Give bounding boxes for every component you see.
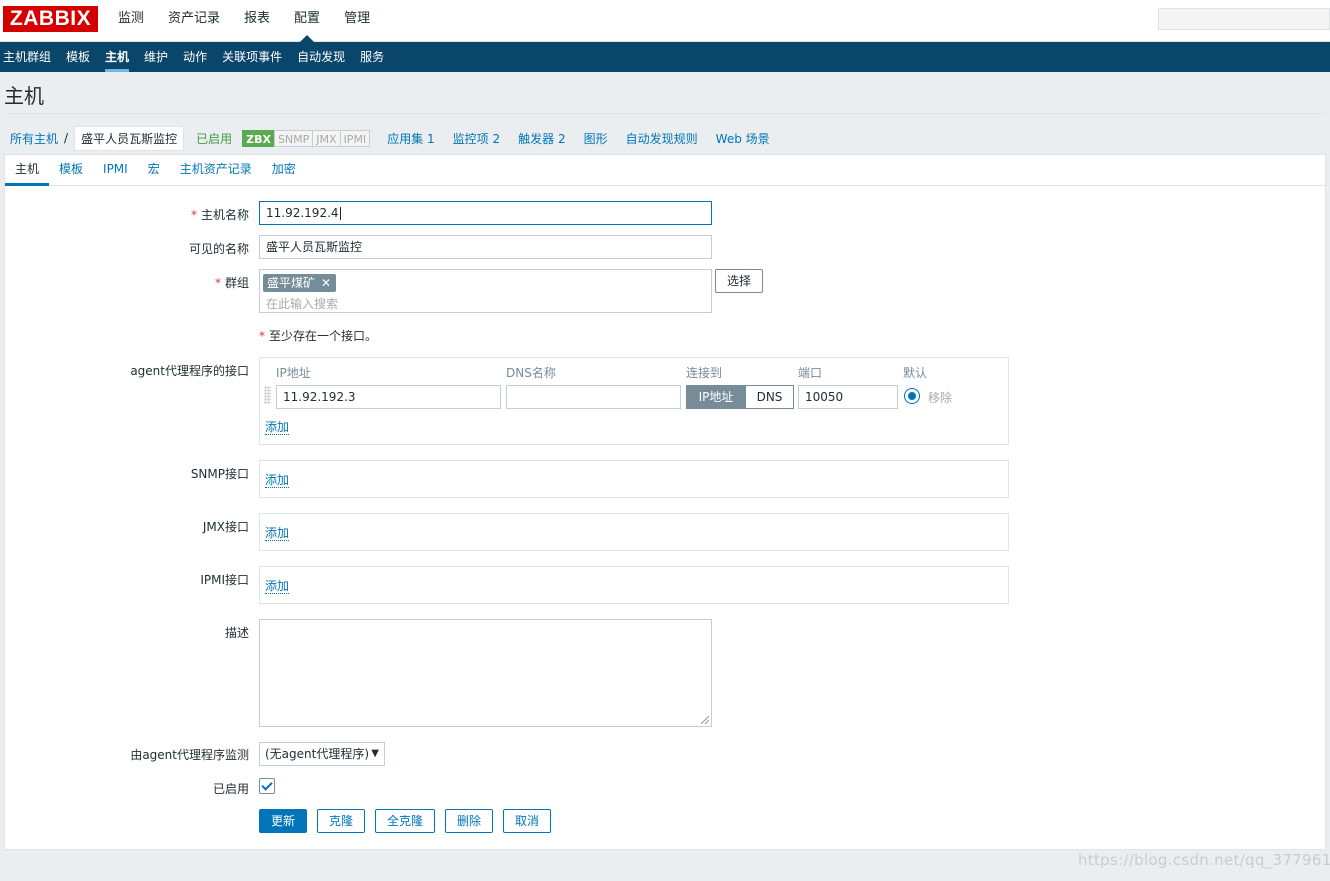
visible-name-input[interactable]: 盛平人员瓦斯监控 (259, 235, 712, 259)
col-connect-header: 连接到 (686, 366, 723, 380)
menu-inventory[interactable]: 资产记录 (162, 0, 226, 42)
jmx-badge: JMX (312, 129, 341, 147)
host-status-badge[interactable]: 已启用 (196, 130, 232, 147)
jmx-interfaces-box (259, 513, 1009, 551)
default-interface-radio[interactable] (904, 388, 920, 404)
breadcrumb-current-host[interactable]: 盛平人员瓦斯监控 (74, 125, 185, 151)
host-form-panel: 主机 模板 IPMI 宏 主机资产记录 加密 * 主机名称 11.92.192.4… (4, 154, 1326, 850)
clone-button[interactable]: 克隆 (317, 809, 365, 833)
submenu-templates[interactable]: 模板 (63, 42, 98, 72)
zabbix-logo[interactable]: ZABBIX (3, 6, 98, 32)
groups-label: * 群组 (214, 276, 249, 290)
group-chip: 盛平煤矿 ✕ (263, 274, 337, 292)
watermark-text: https://blog.csdn.net/qq_37796113 (1078, 851, 1330, 869)
tab-host[interactable]: 主机 (5, 155, 50, 186)
tab-macros[interactable]: 宏 (138, 155, 170, 185)
groups-multiselect[interactable]: 盛平煤矿 ✕ 在此输入搜索 (259, 269, 712, 313)
main-menu: 监测 资产记录 报表 配置 管理 (112, 0, 388, 42)
submenu-actions[interactable]: 动作 (180, 42, 215, 72)
interface-hint: * 至少存在一个接口。 (259, 329, 378, 343)
description-textarea[interactable] (259, 619, 712, 727)
jmx-interfaces-label: JMX接口 (202, 520, 249, 534)
host-name-label: * 主机名称 (190, 208, 249, 222)
connect-ip-toggle[interactable]: IP地址 (686, 385, 746, 409)
agent-interfaces-label: agent代理程序的接口 (130, 364, 249, 378)
link-discovery-rules[interactable]: 自动发现规则 (626, 130, 698, 147)
proxy-select[interactable]: (无agent代理程序) ▼ (259, 742, 385, 766)
tab-inventory[interactable]: 主机资产记录 (170, 155, 262, 185)
submenu-discovery[interactable]: 自动发现 (294, 42, 353, 72)
ipmi-badge: IPMI (339, 129, 371, 147)
submenu-maintenance[interactable]: 维护 (141, 42, 176, 72)
groups-search-input[interactable]: 在此输入搜索 (266, 295, 338, 312)
add-agent-interface-link[interactable]: 添加 (265, 420, 290, 435)
agent-dns-input[interactable] (506, 385, 681, 409)
menu-reports[interactable]: 报表 (238, 0, 276, 42)
tab-templates[interactable]: 模板 (49, 155, 93, 185)
col-ip-header: IP地址 (276, 366, 311, 380)
interface-availability: ZBX SNMP JMX IPMI (242, 129, 371, 147)
global-search-input[interactable] (1158, 8, 1330, 30)
add-snmp-interface-link[interactable]: 添加 (265, 473, 290, 488)
breadcrumb: 所有主机 / 盛平人员瓦斯监控 已启用 ZBX SNMP JMX IPMI 应用… (4, 122, 1326, 154)
col-dns-header: DNS名称 (506, 366, 556, 380)
menu-administration[interactable]: 管理 (338, 0, 376, 42)
submenu-hosts[interactable]: 主机 (102, 42, 137, 72)
visible-name-label: 可见的名称 (188, 242, 249, 256)
link-triggers[interactable]: 触发器 2 (518, 130, 565, 147)
update-button[interactable]: 更新 (259, 809, 307, 833)
snmp-badge: SNMP (273, 129, 314, 147)
dropdown-arrow-icon: ▼ (371, 748, 379, 759)
link-applications[interactable]: 应用集 1 (387, 130, 434, 147)
add-jmx-interface-link[interactable]: 添加 (265, 526, 290, 541)
enabled-label: 已启用 (212, 782, 249, 796)
resize-handle-icon[interactable] (701, 716, 709, 724)
snmp-interfaces-label: SNMP接口 (190, 467, 249, 481)
sub-menu: 主机群组 模板 主机 维护 动作 关联项事件 自动发现 服务 (0, 42, 1330, 72)
tab-encryption[interactable]: 加密 (262, 155, 306, 185)
page-title: 主机 (4, 84, 44, 108)
ipmi-interfaces-label: IPMI接口 (200, 573, 249, 587)
full-clone-button[interactable]: 全克隆 (375, 809, 435, 833)
menu-monitoring[interactable]: 监测 (112, 0, 150, 42)
connect-dns-toggle[interactable]: DNS (745, 385, 794, 409)
required-marker: * (214, 276, 221, 290)
title-divider (4, 113, 1326, 114)
agent-port-input[interactable]: 10050 (798, 385, 898, 409)
submenu-services[interactable]: 服务 (357, 42, 392, 72)
host-name-input[interactable]: 11.92.192.4 (259, 201, 712, 225)
required-marker: * (190, 208, 197, 222)
drag-handle-icon[interactable] (264, 386, 271, 404)
col-default-header: 默认 (903, 366, 928, 380)
link-items[interactable]: 监控项 2 (453, 130, 500, 147)
delete-button[interactable]: 删除 (445, 809, 493, 833)
remove-interface-link[interactable]: 移除 (928, 389, 952, 406)
col-port-header: 端口 (798, 366, 823, 380)
snmp-interfaces-box (259, 460, 1009, 498)
breadcrumb-all-hosts[interactable]: 所有主机 (10, 130, 58, 147)
remove-chip-icon[interactable]: ✕ (321, 276, 331, 290)
submenu-correlation[interactable]: 关联项事件 (219, 42, 290, 72)
breadcrumb-separator: / (64, 131, 69, 145)
proxy-label: 由agent代理程序监测 (130, 748, 249, 762)
ipmi-interfaces-box (259, 566, 1009, 604)
menu-configuration[interactable]: 配置 (288, 0, 326, 42)
link-graphs[interactable]: 图形 (584, 130, 608, 147)
tab-ipmi[interactable]: IPMI (93, 155, 138, 185)
agent-ip-input[interactable]: 11.92.192.3 (276, 385, 501, 409)
zbx-badge: ZBX (242, 129, 275, 147)
select-groups-button[interactable]: 选择 (715, 269, 763, 293)
form-tabs: 主机 模板 IPMI 宏 主机资产记录 加密 (5, 155, 1325, 186)
link-web-scenarios[interactable]: Web 场景 (716, 130, 770, 147)
description-label: 描述 (224, 626, 249, 640)
submenu-host-groups[interactable]: 主机群组 (0, 42, 59, 72)
cancel-button[interactable]: 取消 (503, 809, 551, 833)
add-ipmi-interface-link[interactable]: 添加 (265, 579, 290, 594)
enabled-checkbox[interactable] (259, 778, 275, 794)
top-header: ZABBIX 监测 资产记录 报表 配置 管理 (0, 0, 1330, 42)
